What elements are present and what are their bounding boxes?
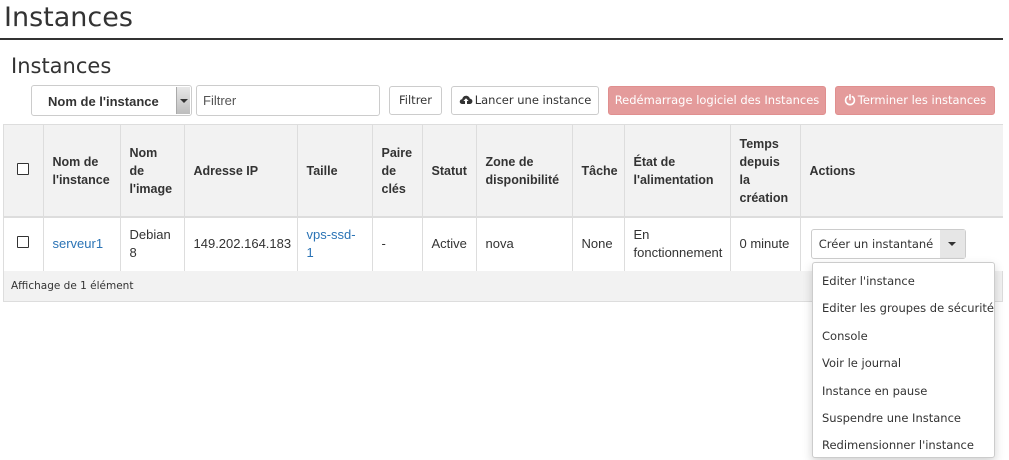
- cloud-upload-icon: [459, 95, 473, 104]
- column-header-name[interactable]: Nom de l'instance: [43, 125, 121, 218]
- filter-button[interactable]: Filtrer: [389, 86, 442, 115]
- menu-item-edit-instance[interactable]: Editer l'instance: [813, 268, 994, 295]
- keypair-cell: -: [372, 217, 423, 272]
- chevron-down-icon[interactable]: [176, 87, 190, 114]
- status-cell: Active: [422, 217, 477, 272]
- row-actions-split-button: Créer un instantané: [811, 229, 966, 259]
- column-header-task[interactable]: Tâche: [572, 125, 625, 218]
- launch-instance-label: Lancer une instance: [474, 93, 592, 107]
- instance-name-link[interactable]: serveur1: [53, 236, 104, 251]
- select-all-cell: [4, 125, 44, 218]
- filter-field-selected: Nom de l'instance: [48, 94, 159, 109]
- column-header-age[interactable]: Temps depuis la création: [730, 125, 801, 218]
- chevron-down-icon[interactable]: [940, 230, 965, 258]
- task-cell: None: [572, 217, 625, 272]
- launch-instance-button[interactable]: Lancer une instance: [451, 86, 599, 115]
- age-cell: 0 minute: [730, 217, 801, 272]
- column-header-zone[interactable]: Zone de disponibilité: [476, 125, 573, 218]
- instance-name-cell: serveur1: [43, 217, 121, 272]
- size-cell: vps-ssd-1: [297, 217, 373, 272]
- soft-reboot-button[interactable]: Redémarrage logiciel des Instances: [608, 86, 826, 115]
- menu-item-view-log[interactable]: Voir le journal: [813, 350, 994, 377]
- column-header-actions: Actions: [800, 125, 1003, 218]
- terminate-instances-button[interactable]: Terminer les instances: [835, 86, 995, 115]
- menu-item-suspend-instance[interactable]: Suspendre une Instance: [813, 405, 994, 432]
- column-header-keypair[interactable]: Paire de clés: [372, 125, 423, 218]
- menu-item-pause-instance[interactable]: Instance en pause: [813, 378, 994, 405]
- menu-item-resize-instance[interactable]: Redimensionner l'instance: [813, 432, 994, 459]
- row-select-cell: [4, 217, 44, 272]
- size-link[interactable]: vps-ssd-1: [307, 227, 356, 260]
- column-header-power[interactable]: État de l'alimentation: [624, 125, 731, 218]
- row-actions-dropdown-menu: Editer l'instance Editer les groupes de …: [812, 262, 995, 458]
- table-header-row: Nom de l'instance Nom de l'image Adresse…: [4, 125, 1003, 218]
- ip-address-cell: 149.202.164.183: [184, 217, 298, 272]
- create-snapshot-button[interactable]: Créer un instantané: [812, 230, 941, 258]
- menu-item-edit-security-groups[interactable]: Editer les groupes de sécurité: [813, 295, 994, 322]
- column-header-ip[interactable]: Adresse IP: [184, 125, 298, 218]
- select-all-checkbox[interactable]: [17, 162, 30, 175]
- zone-cell: nova: [476, 217, 573, 272]
- terminate-instances-label: Terminer les instances: [857, 93, 987, 107]
- page-header: Instances: [0, 0, 1003, 40]
- filter-input[interactable]: [196, 85, 380, 116]
- row-checkbox[interactable]: [17, 236, 30, 249]
- page-title: Instances: [4, 2, 133, 33]
- column-header-status[interactable]: Statut: [422, 125, 477, 218]
- column-header-image[interactable]: Nom de l'image: [120, 125, 185, 218]
- filter-field-select[interactable]: Nom de l'instance: [31, 85, 192, 116]
- power-icon: [844, 94, 855, 106]
- image-name-cell: Debian 8: [120, 217, 185, 272]
- section-title: Instances: [11, 54, 112, 78]
- power-state-cell: En fonctionnement: [624, 217, 731, 272]
- menu-item-console[interactable]: Console: [813, 323, 994, 350]
- column-header-size[interactable]: Taille: [297, 125, 373, 218]
